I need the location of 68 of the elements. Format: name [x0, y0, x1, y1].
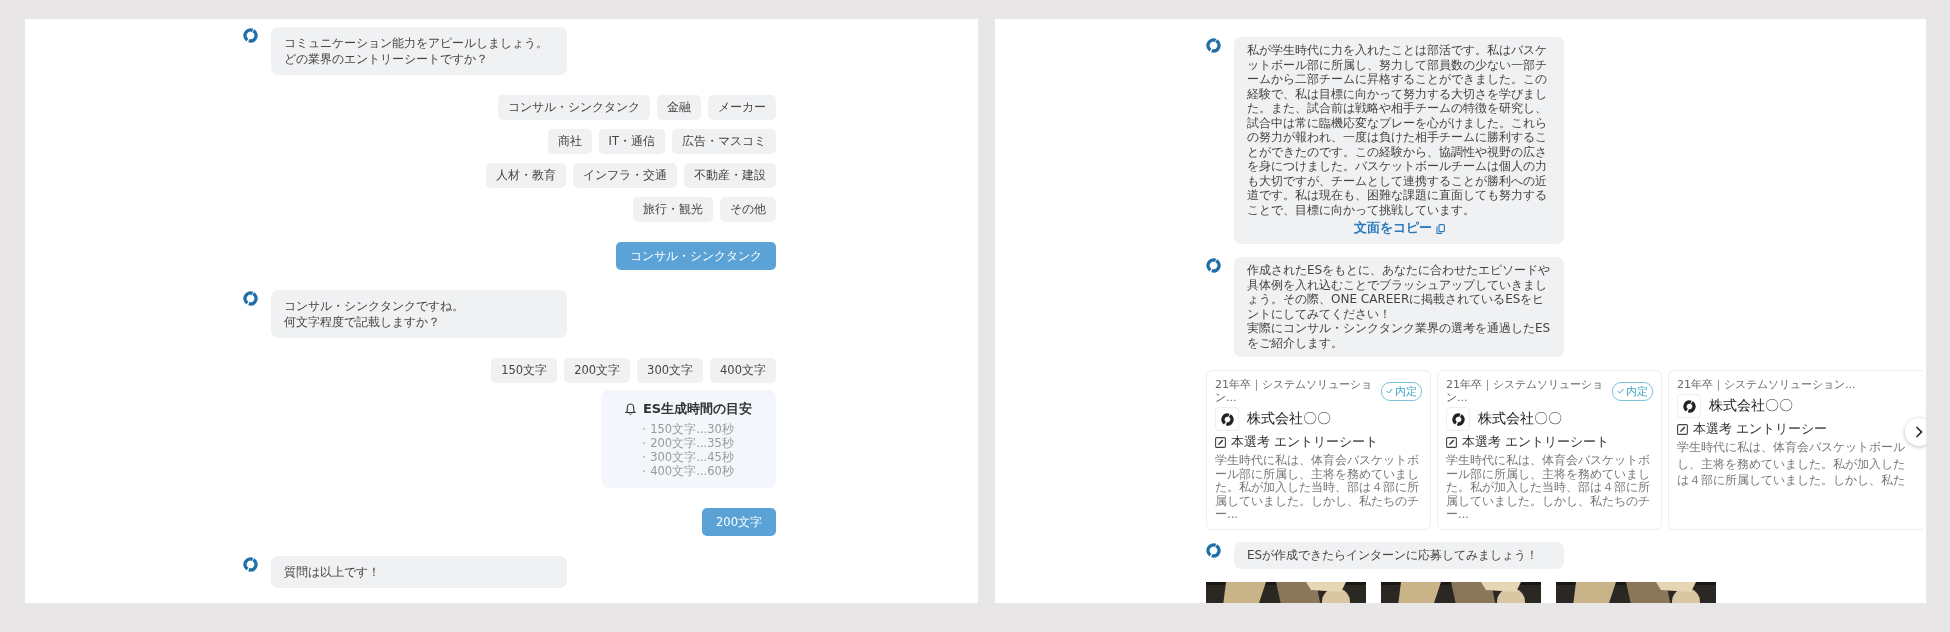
- card-title: 本選考 エントリーシート: [1462, 434, 1609, 451]
- option-chip[interactable]: 旅行・観光: [633, 197, 713, 222]
- card-meta: 21年卒｜システムソリューション...: [1446, 378, 1604, 404]
- list-item: 150文字...30秒: [650, 422, 734, 436]
- logo-icon: [1220, 412, 1234, 426]
- message-text: 作成されたESをもとに、あなたに合わせたエピソードや具体例を入れ込むことでブラッシュアップしていきましょう。その際、ONE CAREERに掲載されているESをヒントにしてみてください！: [1247, 263, 1551, 321]
- bell-icon: [624, 403, 636, 415]
- option-chip[interactable]: 金融: [657, 95, 701, 120]
- option-chip[interactable]: 400文字: [710, 358, 776, 383]
- option-chip[interactable]: 広告・マスコミ: [672, 129, 776, 154]
- check-icon: [1617, 388, 1624, 394]
- company-name: 株式会社〇〇: [1709, 397, 1793, 415]
- card-excerpt: 学生時代に私は、体育会バスケットボール: [1677, 441, 1905, 455]
- logo-icon: [1206, 542, 1221, 558]
- offer-badge: 内定: [1612, 381, 1653, 401]
- message-text: 何文字程度で記載しますか？: [284, 314, 441, 330]
- company-name: 株式会社〇〇: [1478, 410, 1562, 428]
- option-chip[interactable]: 商社: [547, 129, 592, 154]
- message-text: 実際にコンサル・シンクタンク業界の選考を通過したESをご紹介します。: [1247, 321, 1551, 350]
- option-chip[interactable]: インフラ・交通: [573, 163, 677, 188]
- card-title: 本選考 エントリーシー: [1693, 421, 1827, 438]
- option-chip[interactable]: 300文字: [637, 358, 704, 383]
- user-reply: コンサル・シンクタンク: [616, 242, 776, 270]
- option-chip[interactable]: 人材・教育: [486, 163, 566, 188]
- copy-icon: [1435, 223, 1445, 234]
- option-chip[interactable]: メーカー: [708, 95, 776, 120]
- card-meta: 21年卒｜システムソリューション...: [1677, 378, 1857, 391]
- company-name: 株式会社〇〇: [1247, 410, 1331, 428]
- message-text: 私が学生時代に力を入れたことは部活です。私はバスケットボール部に所属し、努力して部員数の少ない一部チームから二部チームに昇格することができました。この経験で、私は目標に向かって努力する大切さを学びました。また、試合前は戦略や相手チームの特徴を研究し、試合中は常に臨機応変なプレーを心がけました。これらの努力が報われ、一度は負けた相手チームに勝利することができたのです。この経験から、協調性や視野の広さを身につけました。バスケットボールチームは個人の力も大切ですが、チームとして連携することが勝利への近道です。私は現在も、困難な課題に直面しても努力することで、目標に向かって挑戦しています。: [1247, 43, 1548, 217]
- list-item: 300文字...45秒: [650, 450, 734, 464]
- check-icon: [1386, 388, 1393, 394]
- logo-icon: [1682, 399, 1696, 413]
- user-reply: 200文字: [702, 508, 776, 536]
- offer-badge: 内定: [1381, 381, 1422, 401]
- list-item: 200文字...35秒: [650, 436, 734, 450]
- card-title: 本選考 エントリーシート: [1231, 434, 1378, 451]
- message-text: コンサル・シンクタンクですね。: [284, 298, 465, 314]
- card-excerpt: 学生時代に私は、体育会バスケットボール部に所属し、主将を務めていました。私が加入した当時、部は４部に所属していました。しかし、私たちのチー...: [1446, 454, 1651, 522]
- option-chip[interactable]: 150文字: [491, 358, 558, 383]
- option-chip[interactable]: IT・通信: [598, 129, 665, 154]
- edit-icon: [1446, 437, 1457, 448]
- logo-icon: [243, 28, 258, 43]
- option-chip[interactable]: 不動産・建設: [684, 163, 776, 188]
- option-chip[interactable]: その他: [720, 197, 776, 222]
- logo-icon: [243, 557, 258, 572]
- company-card[interactable]: 21年卒｜システムソリューション... 内定 株式会社〇〇 本選考 エントリーシート 学生時代に私は、体育会バスケットボール部に所属し、主将を務めていました。私が加入した当時、部は４部に所属していました。しかし、私たちのチー...: [1206, 370, 1431, 530]
- company-card[interactable]: 21年卒｜システムソリューション... 内定 株式会社〇〇 本選考 エントリーシート 学生時代に私は、体育会バスケットボール部に所属し、主将を務めていました。私が加入した当時、部は４部に所属していました。しかし、私たちのチー...: [1437, 370, 1662, 530]
- logo-icon: [243, 291, 258, 306]
- edit-icon: [1215, 437, 1226, 448]
- message-text: コミュニケーション能力をアピールしましょう。: [284, 35, 549, 51]
- copy-link[interactable]: 文面をコピー: [1353, 220, 1445, 237]
- logo-icon: [1206, 38, 1221, 53]
- message-text: ESが作成できたらインターンに応募してみましょう！: [1247, 547, 1540, 562]
- logo-icon: [1451, 412, 1465, 426]
- card-meta: 21年卒｜システムソリューション...: [1215, 378, 1373, 404]
- edit-icon: [1677, 424, 1688, 435]
- message-text: 質問は以上です！: [284, 564, 381, 580]
- message-text: どの業界のエントリーシートですか？: [284, 51, 489, 67]
- option-chip[interactable]: 200文字: [564, 358, 631, 383]
- chevron-right-icon: [1915, 426, 1923, 438]
- card-excerpt: し、主将を務めていました。私が加入した: [1677, 457, 1905, 471]
- list-item: 400文字...60秒: [650, 464, 734, 478]
- card-excerpt: 学生時代に私は、体育会バスケットボール部に所属し、主将を務めていました。私が加入した当時、部は４部に所属していました。しかし、私たちのチー...: [1215, 454, 1420, 522]
- next-button[interactable]: [1905, 418, 1926, 446]
- option-chip[interactable]: コンサル・シンクタンク: [498, 95, 650, 120]
- info-title: ES生成時間の目安: [642, 400, 753, 418]
- logo-icon: [1206, 258, 1221, 273]
- card-excerpt: は４部に所属していました。しかし、私た: [1677, 474, 1905, 488]
